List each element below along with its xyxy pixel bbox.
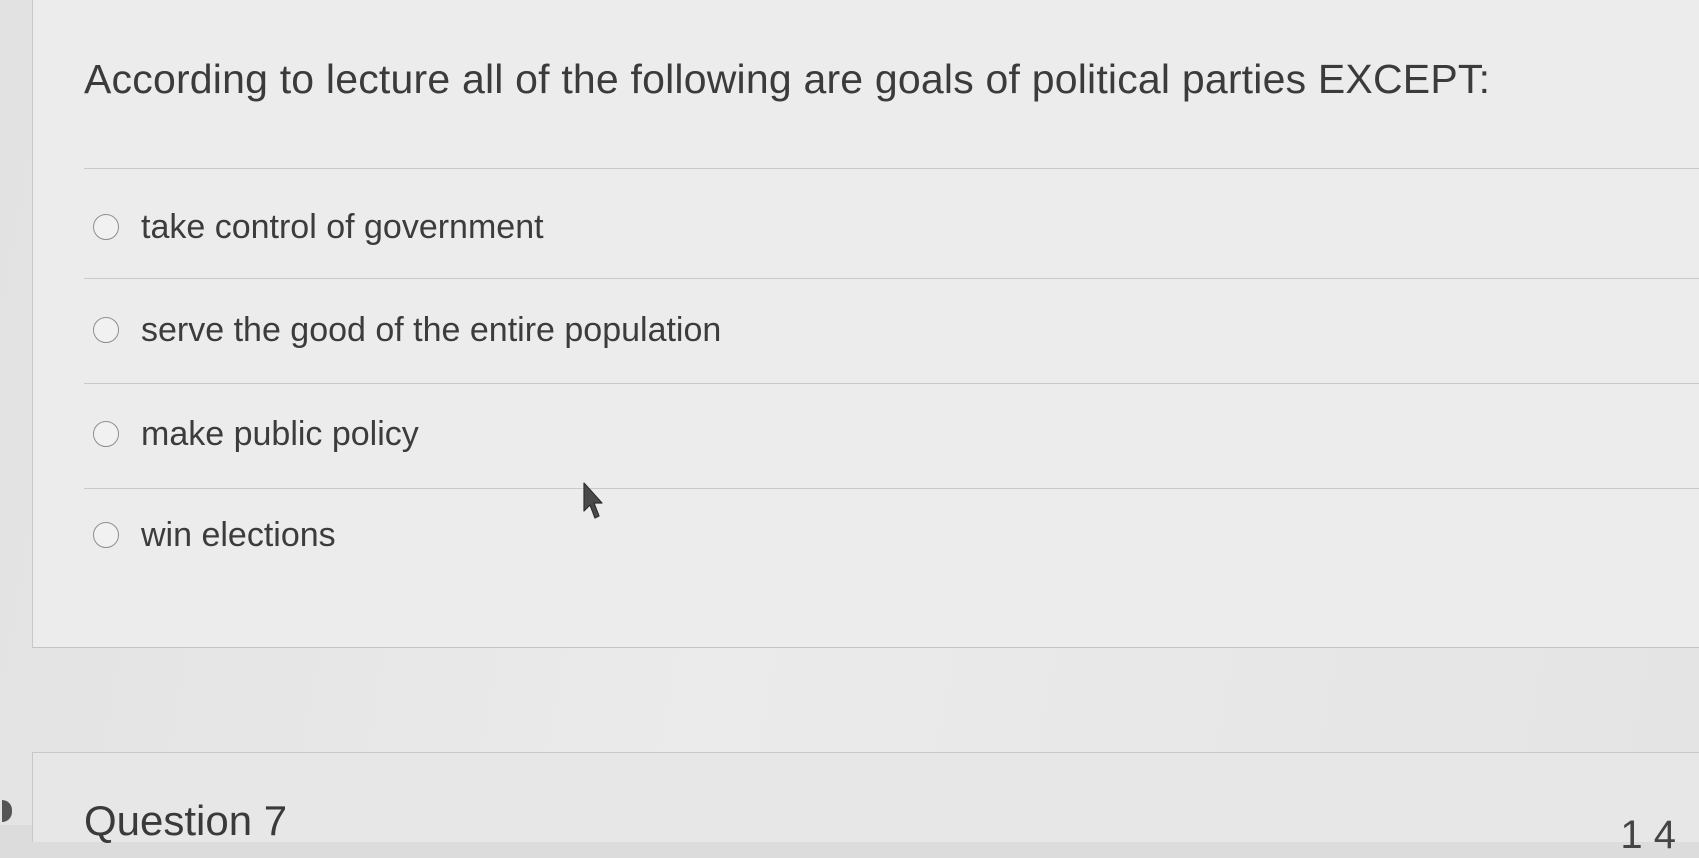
answer-divider	[84, 488, 1699, 489]
question-points: 1 4	[1620, 813, 1676, 857]
answer-label: make public policy	[141, 414, 419, 453]
radio-button-icon[interactable]	[93, 421, 119, 447]
question-text: According to lecture all of the followin…	[84, 56, 1491, 102]
next-question-card: Question 7 1 4	[32, 752, 1699, 857]
answer-divider	[84, 383, 1699, 384]
radio-button-icon[interactable]	[93, 317, 119, 343]
question-number-heading: Question 7	[84, 797, 288, 844]
answer-label: serve the good of the entire population	[141, 310, 722, 349]
radio-button-icon[interactable]	[93, 522, 119, 548]
answer-option-take-control[interactable]: take control of government	[93, 199, 544, 255]
answer-divider	[84, 278, 1699, 279]
answer-label: take control of government	[141, 207, 544, 246]
radio-button-icon[interactable]	[93, 214, 119, 240]
answer-label: win elections	[141, 515, 336, 554]
answer-option-public-policy[interactable]: make public policy	[93, 406, 419, 462]
answer-option-serve-good[interactable]: serve the good of the entire population	[93, 302, 721, 358]
answer-option-win-elections[interactable]: win elections	[93, 507, 336, 563]
answer-divider	[84, 168, 1699, 169]
mouse-pointer-icon	[583, 482, 603, 519]
question-card: According to lecture all of the followin…	[32, 0, 1699, 648]
